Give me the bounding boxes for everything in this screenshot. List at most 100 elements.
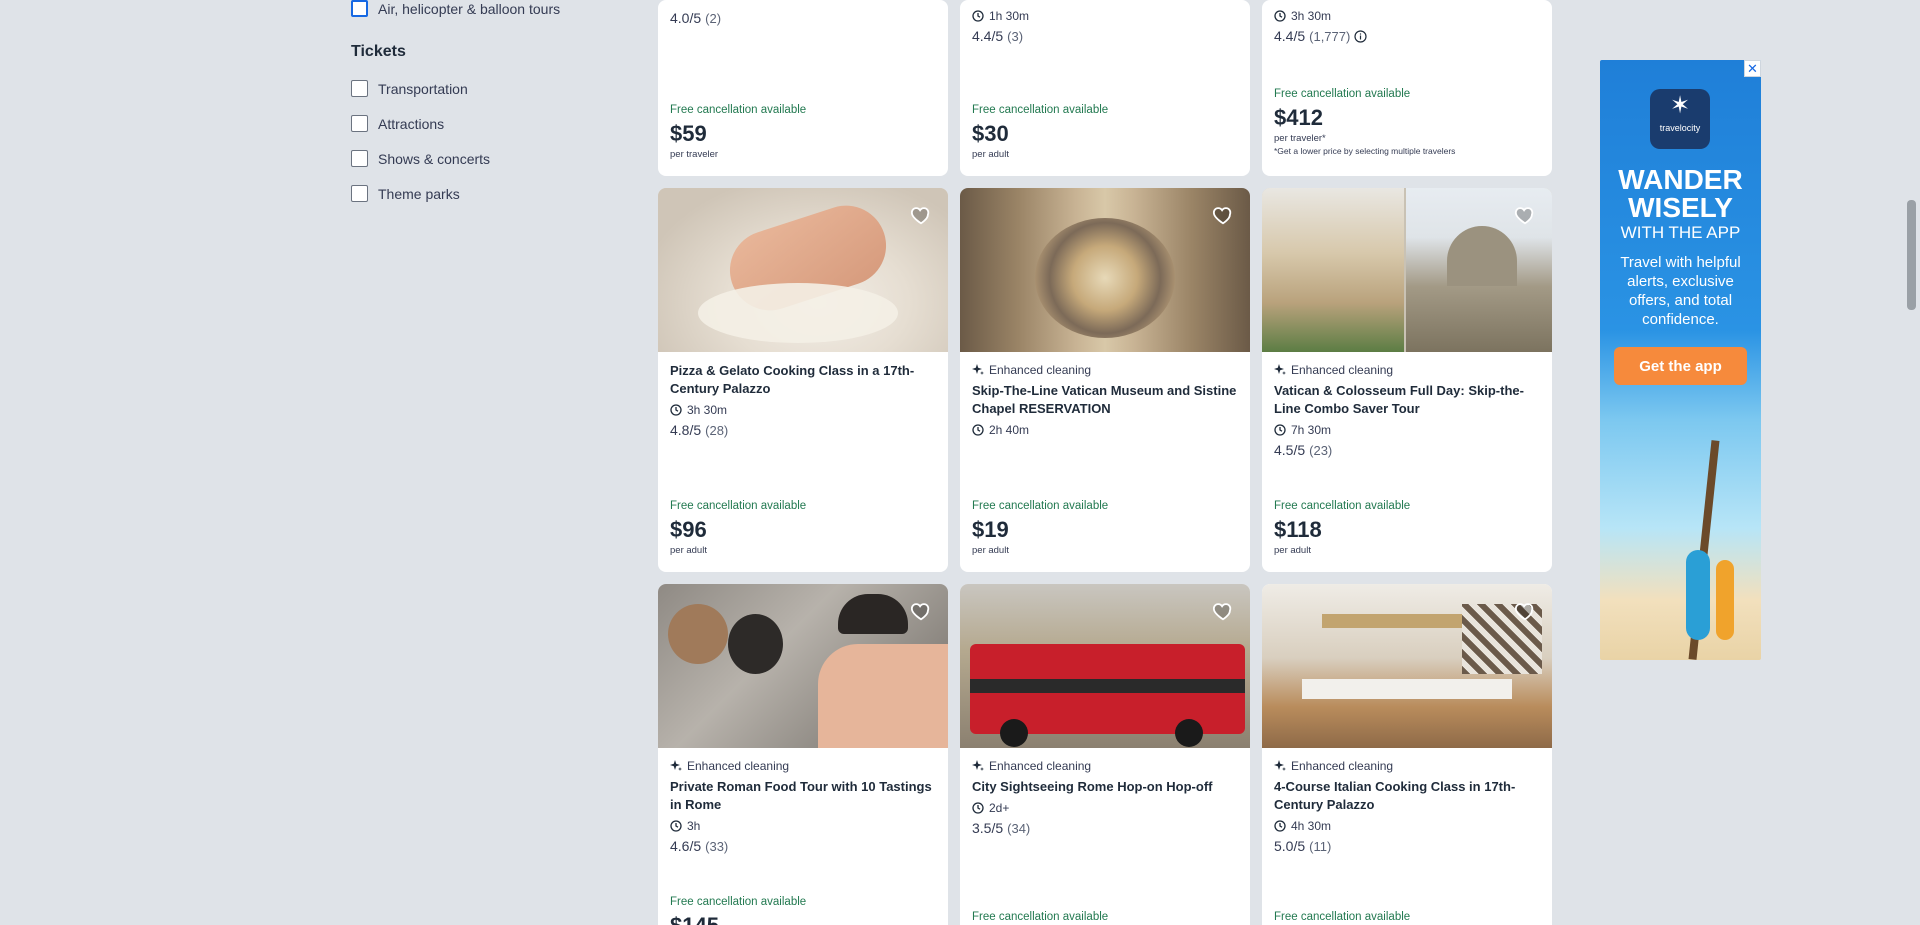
duration: 2d+	[972, 800, 1240, 816]
activity-card[interactable]: Enhanced cleaning City Sightseeing Rome …	[960, 584, 1250, 925]
heart-icon	[1212, 603, 1232, 621]
free-cancellation-label: Free cancellation available	[670, 104, 807, 116]
price: $59	[670, 121, 707, 146]
activity-image-food-tour[interactable]	[658, 584, 948, 748]
activity-card[interactable]: 3h 30m 4.4/5 (1,777) Free cancellation av…	[1262, 0, 1552, 176]
save-heart-button[interactable]	[1512, 202, 1538, 228]
filter-transportation[interactable]: Transportation	[351, 80, 468, 97]
heart-icon	[1514, 207, 1534, 225]
activity-title[interactable]: Private Roman Food Tour with 10 Tastings…	[670, 778, 938, 814]
activity-card[interactable]: 4.0/5 (2) Free cancellation available $59…	[658, 0, 948, 176]
sparkle-icon	[972, 760, 984, 771]
filter-label: Transportation	[378, 80, 468, 97]
page-scrollbar[interactable]	[1903, 0, 1920, 925]
enhanced-cleaning-tag: Enhanced cleaning	[972, 362, 1240, 378]
activity-image-vatican-museum[interactable]	[960, 188, 1250, 352]
filter-checkbox[interactable]	[351, 115, 368, 132]
duration: 2h 40m	[972, 422, 1240, 438]
free-cancellation-label: Free cancellation available	[670, 500, 807, 512]
activity-card[interactable]: Enhanced cleaning Private Roman Food Tou…	[658, 584, 948, 925]
rating: 5.0/5 (11)	[1274, 838, 1332, 854]
free-cancellation-label: Free cancellation available	[1274, 88, 1411, 100]
filter-label: Shows & concerts	[378, 150, 491, 167]
price: $412	[1274, 105, 1323, 130]
activity-title[interactable]: City Sightseeing Rome Hop-on Hop-off	[972, 778, 1240, 796]
ad-close-icon[interactable]: ✕	[1744, 60, 1761, 77]
save-heart-button[interactable]	[908, 598, 934, 624]
free-cancellation-label: Free cancellation available	[1274, 911, 1411, 923]
activity-title[interactable]: 4-Course Italian Cooking Class in 17th-C…	[1274, 778, 1542, 814]
clock-icon	[670, 404, 682, 416]
price-unit: per traveler	[670, 149, 719, 160]
filter-label: Attractions	[378, 115, 445, 132]
heart-icon	[910, 603, 930, 621]
activity-card[interactable]: Pizza & Gelato Cooking Class in a 17th-C…	[658, 188, 948, 572]
filter-checkbox[interactable]	[351, 150, 368, 167]
rating: 4.6/5 (33)	[670, 838, 729, 854]
activity-image-hop-on-hop-off[interactable]	[960, 584, 1250, 748]
scrollbar-thumb[interactable]	[1907, 200, 1916, 310]
get-the-app-button[interactable]: Get the app	[1614, 347, 1747, 385]
rating: 4.4/5 (1,777)	[1274, 28, 1542, 44]
surfboard-illustration	[1686, 550, 1710, 640]
filter-shows-concerts[interactable]: Shows & concerts	[351, 150, 490, 167]
sparkle-icon	[1274, 760, 1286, 771]
clock-icon	[972, 10, 984, 22]
save-heart-button[interactable]	[1512, 598, 1538, 624]
surfboard-illustration	[1716, 560, 1734, 640]
clock-icon	[972, 424, 984, 436]
price-unit: per adult	[972, 545, 1009, 556]
save-heart-button[interactable]	[1210, 598, 1236, 624]
activity-card[interactable]: Enhanced cleaning Vatican & Colosseum Fu…	[1262, 188, 1552, 572]
filter-checkbox[interactable]	[351, 185, 368, 202]
enhanced-cleaning-tag: Enhanced cleaning	[1274, 362, 1542, 378]
price: $96	[670, 517, 707, 542]
free-cancellation-label: Free cancellation available	[972, 911, 1109, 923]
sparkle-icon	[670, 760, 682, 771]
travelocity-ad[interactable]: ✕ ✶ travelocity WANDER WISELY WITH THE A…	[1600, 60, 1761, 660]
duration: 4h 30m	[1274, 818, 1542, 834]
enhanced-cleaning-tag: Enhanced cleaning	[670, 758, 938, 774]
filter-attractions[interactable]: Attractions	[351, 115, 444, 132]
activity-card[interactable]: Enhanced cleaning 4-Course Italian Cooki…	[1262, 584, 1552, 925]
activity-title[interactable]: Vatican & Colosseum Full Day: Skip-the-L…	[1274, 382, 1542, 418]
filter-air-helicopter-balloon[interactable]: Air, helicopter & balloon tours	[351, 0, 560, 17]
price: $30	[972, 121, 1009, 146]
info-icon	[1354, 29, 1367, 43]
filter-checkbox[interactable]	[351, 0, 368, 17]
filter-checkbox[interactable]	[351, 80, 368, 97]
enhanced-cleaning-tag: Enhanced cleaning	[1274, 758, 1542, 774]
activity-title[interactable]: Skip-The-Line Vatican Museum and Sistine…	[972, 382, 1240, 418]
clock-icon	[1274, 820, 1286, 832]
star-icon: ✶	[1669, 92, 1691, 119]
free-cancellation-label: Free cancellation available	[670, 896, 807, 908]
heart-icon	[1514, 603, 1534, 621]
activity-image-cooking-class[interactable]	[1262, 584, 1552, 748]
free-cancellation-label: Free cancellation available	[1274, 500, 1411, 512]
free-cancellation-label: Free cancellation available	[972, 500, 1109, 512]
duration: 1h 30m	[972, 8, 1240, 24]
price: $118	[1274, 517, 1322, 542]
sparkle-icon	[972, 364, 984, 375]
activity-title[interactable]: Pizza & Gelato Cooking Class in a 17th-C…	[670, 362, 938, 398]
save-heart-button[interactable]	[1210, 202, 1236, 228]
duration: 7h 30m	[1274, 422, 1542, 438]
price-note: *Get a lower price by selecting multiple…	[1274, 146, 1456, 156]
activity-image-pizza[interactable]	[658, 188, 948, 352]
clock-icon	[670, 820, 682, 832]
clock-icon	[972, 802, 984, 814]
activity-image-vatican-colosseum[interactable]	[1262, 188, 1552, 352]
activity-card[interactable]: 1h 30m 4.4/5 (3) Free cancellation availa…	[960, 0, 1250, 176]
filter-label: Air, helicopter & balloon tours	[378, 0, 561, 17]
price-unit: per adult	[670, 545, 707, 556]
activity-card[interactable]: Enhanced cleaning Skip-The-Line Vatican …	[960, 188, 1250, 572]
heart-icon	[910, 207, 930, 225]
rating: 4.4/5 (3)	[972, 28, 1024, 44]
price-unit: per adult	[972, 149, 1009, 160]
price-unit: per adult	[1274, 545, 1311, 556]
tickets-section-title: Tickets	[351, 43, 406, 60]
rating: 4.8/5 (28)	[670, 422, 729, 438]
save-heart-button[interactable]	[908, 202, 934, 228]
rating: 4.5/5 (23)	[1274, 442, 1333, 458]
filter-theme-parks[interactable]: Theme parks	[351, 185, 460, 202]
